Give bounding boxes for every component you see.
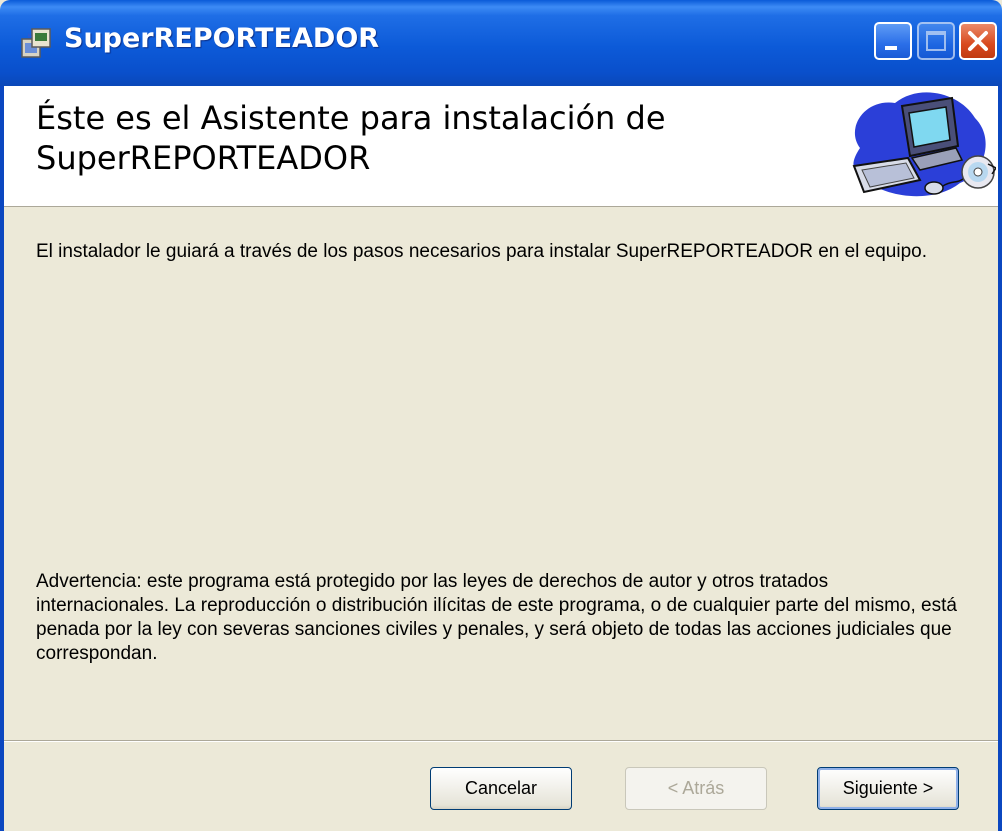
next-button[interactable]: Siguiente > xyxy=(817,767,959,810)
back-button[interactable]: < Atrás xyxy=(625,767,767,810)
installer-icon xyxy=(18,25,54,61)
installer-window: SuperREPORTEADOR Éste es el Asistente pa… xyxy=(0,0,1002,831)
close-icon xyxy=(968,31,988,51)
maximize-button[interactable] xyxy=(917,22,955,60)
button-divider xyxy=(4,740,998,742)
cancel-button[interactable]: Cancelar xyxy=(430,767,572,810)
intro-text: El instalador le guiará a través de los … xyxy=(36,241,928,262)
window-border-right xyxy=(998,86,1002,831)
minimize-button[interactable] xyxy=(874,22,912,60)
minimize-icon xyxy=(885,46,897,50)
title-bar[interactable]: SuperREPORTEADOR xyxy=(0,0,1002,86)
maximize-icon xyxy=(926,31,946,51)
close-button[interactable] xyxy=(959,22,997,60)
window-title: SuperREPORTEADOR xyxy=(64,23,380,54)
wizard-title: Éste es el Asistente para instalación de… xyxy=(36,99,666,177)
computer-cd-icon xyxy=(840,88,998,204)
copyright-warning: Advertencia: este programa está protegid… xyxy=(36,571,957,664)
wizard-header: Éste es el Asistente para instalación de… xyxy=(4,86,998,207)
